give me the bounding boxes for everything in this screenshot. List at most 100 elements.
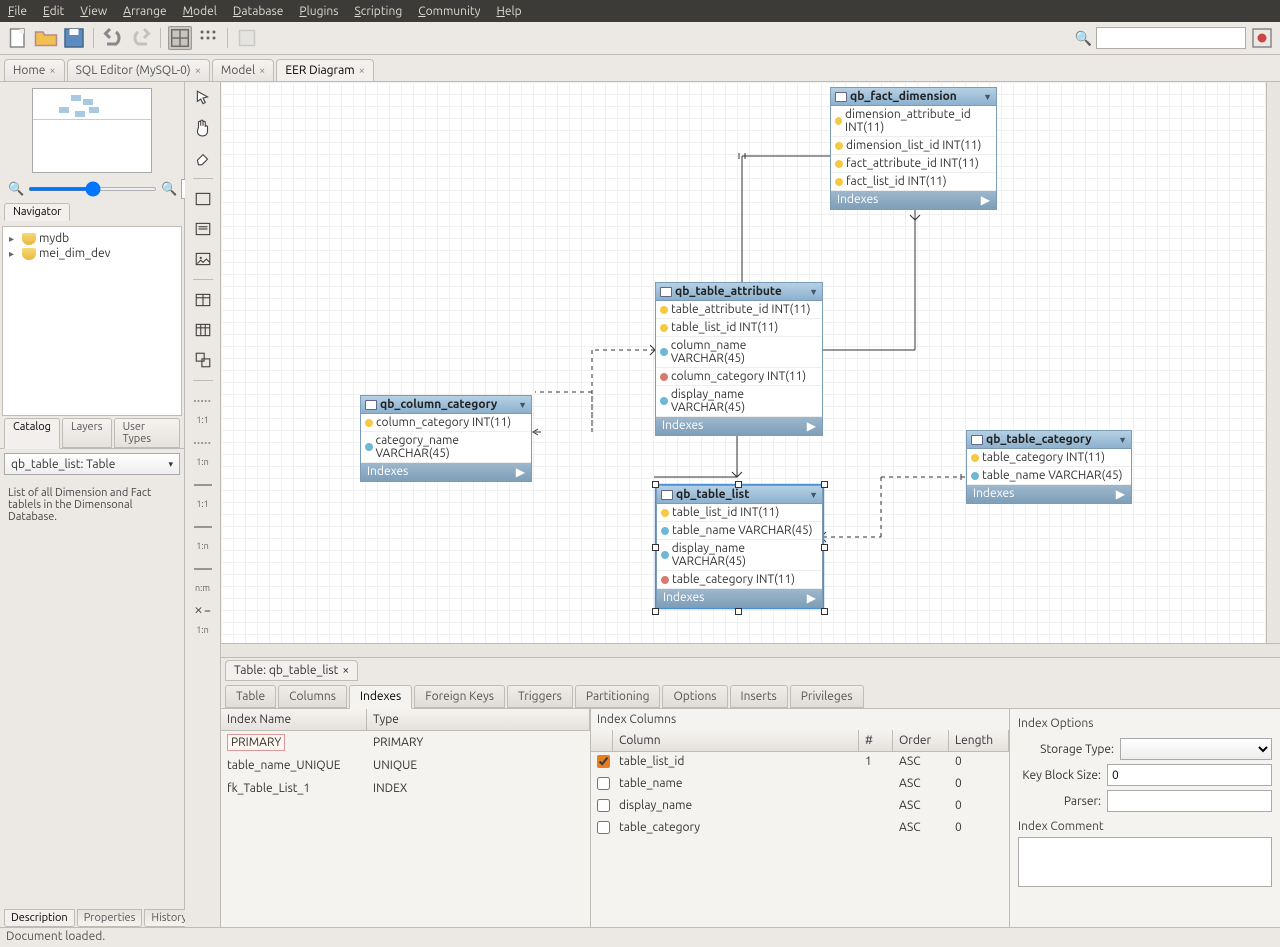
note-tool-icon[interactable] bbox=[189, 217, 217, 241]
index-row[interactable]: fk_Table_List_1INDEX bbox=[221, 777, 590, 800]
redo-icon[interactable] bbox=[129, 26, 153, 50]
chevron-right-icon[interactable]: ▶ bbox=[1116, 487, 1125, 501]
horizontal-scrollbar[interactable] bbox=[221, 643, 1280, 657]
tab-table[interactable]: Table bbox=[225, 685, 276, 708]
tab-catalog[interactable]: Catalog bbox=[4, 418, 60, 449]
include-col-checkbox[interactable] bbox=[597, 799, 610, 812]
catalog-tree[interactable]: ▸mydb ▸mei_dim_dev bbox=[2, 226, 182, 416]
menu-community[interactable]: Community bbox=[418, 5, 480, 18]
undo-icon[interactable] bbox=[101, 26, 125, 50]
rel-1-n-id-icon[interactable] bbox=[189, 515, 217, 539]
vertical-scrollbar[interactable] bbox=[1266, 82, 1280, 643]
chevron-right-icon[interactable]: ▶ bbox=[516, 465, 525, 479]
view-tool-icon[interactable] bbox=[189, 318, 217, 342]
search-options-icon[interactable] bbox=[1250, 26, 1274, 50]
rel-1-1-icon[interactable] bbox=[189, 389, 217, 413]
menu-help[interactable]: Help bbox=[496, 5, 521, 18]
tab-home[interactable]: Home× bbox=[4, 59, 65, 81]
object-type-combo[interactable]: qb_table_list: Table▾ bbox=[4, 453, 180, 475]
tab-eer-diagram[interactable]: EER Diagram× bbox=[276, 59, 373, 81]
entity-qb-column-category[interactable]: qb_column_category▼ column_category INT(… bbox=[360, 395, 532, 482]
tab-layers[interactable]: Layers bbox=[62, 418, 112, 448]
col-length[interactable]: Length bbox=[949, 730, 1009, 752]
col-number[interactable]: # bbox=[859, 730, 893, 752]
resize-handle[interactable] bbox=[821, 481, 828, 488]
eer-canvas[interactable]: qb_fact_dimension▼ dimension_attribute_i… bbox=[221, 82, 1266, 643]
chevron-down-icon[interactable]: ▼ bbox=[1118, 435, 1127, 445]
navigator-preview[interactable] bbox=[32, 88, 152, 173]
resize-handle[interactable] bbox=[735, 481, 742, 488]
tab-sql-editor[interactable]: SQL Editor (MySQL-0)× bbox=[67, 59, 210, 81]
tab-user-types[interactable]: User Types bbox=[114, 418, 180, 448]
zoom-slider[interactable] bbox=[28, 187, 157, 191]
table-tool-icon[interactable] bbox=[189, 288, 217, 312]
chevron-down-icon[interactable]: ▼ bbox=[809, 490, 818, 500]
storage-type-select[interactable] bbox=[1120, 738, 1272, 760]
zoom-out-icon[interactable]: 🔍 bbox=[8, 182, 24, 197]
tab-triggers[interactable]: Triggers bbox=[507, 685, 573, 708]
menu-arrange[interactable]: Arrange bbox=[123, 5, 166, 18]
resize-handle[interactable] bbox=[652, 608, 659, 615]
parser-input[interactable] bbox=[1107, 790, 1272, 812]
rel-1-1-id-icon[interactable] bbox=[189, 473, 217, 497]
col-type[interactable]: Type bbox=[367, 709, 590, 730]
open-folder-icon[interactable] bbox=[34, 26, 58, 50]
chevron-right-icon[interactable]: ▶ bbox=[807, 419, 816, 433]
close-icon[interactable]: × bbox=[195, 65, 201, 77]
close-icon[interactable]: × bbox=[49, 65, 55, 77]
tab-partitioning[interactable]: Partitioning bbox=[575, 685, 661, 708]
col-column[interactable]: Column bbox=[613, 730, 859, 752]
chevron-right-icon[interactable]: ▶ bbox=[981, 193, 990, 207]
tab-model[interactable]: Model× bbox=[212, 59, 274, 81]
tab-columns[interactable]: Columns bbox=[278, 685, 347, 708]
tab-inserts[interactable]: Inserts bbox=[730, 685, 788, 708]
chevron-right-icon[interactable]: ▶ bbox=[807, 591, 816, 605]
tree-item-mei-dim-dev[interactable]: ▸mei_dim_dev bbox=[7, 246, 177, 261]
menu-file[interactable]: FFileile bbox=[8, 5, 27, 18]
menu-view[interactable]: View bbox=[80, 5, 107, 18]
resize-handle[interactable] bbox=[652, 544, 659, 551]
menu-scripting[interactable]: Scripting bbox=[354, 5, 402, 18]
include-col-checkbox[interactable] bbox=[597, 821, 610, 834]
col-index-name[interactable]: Index Name bbox=[221, 709, 367, 730]
close-icon[interactable]: × bbox=[342, 664, 349, 677]
resize-handle[interactable] bbox=[652, 481, 659, 488]
menu-edit[interactable]: Edit bbox=[43, 5, 64, 18]
close-icon[interactable]: × bbox=[359, 65, 365, 77]
entity-qb-table-attribute[interactable]: qb_table_attribute▼ table_attribute_id I… bbox=[655, 282, 823, 436]
col-order[interactable]: Order bbox=[893, 730, 949, 752]
rel-1-n-icon[interactable] bbox=[189, 431, 217, 455]
tab-privileges[interactable]: Privileges bbox=[790, 685, 864, 708]
include-col-checkbox[interactable] bbox=[597, 755, 610, 768]
resize-handle[interactable] bbox=[821, 544, 828, 551]
rel-n-m-icon[interactable] bbox=[189, 557, 217, 581]
print-icon[interactable] bbox=[235, 26, 259, 50]
zoom-in-icon[interactable]: 🔍 bbox=[161, 182, 177, 197]
entity-qb-fact-dimension[interactable]: qb_fact_dimension▼ dimension_attribute_i… bbox=[830, 87, 997, 210]
entity-qb-table-category[interactable]: qb_table_category▼ table_category INT(11… bbox=[966, 430, 1132, 504]
index-row[interactable]: table_name_UNIQUEUNIQUE bbox=[221, 754, 590, 777]
tab-indexes[interactable]: Indexes bbox=[349, 685, 412, 709]
key-block-size-input[interactable] bbox=[1107, 764, 1272, 786]
index-comment-input[interactable] bbox=[1018, 837, 1272, 887]
resize-handle[interactable] bbox=[735, 608, 742, 615]
align-icon[interactable] bbox=[196, 26, 220, 50]
image-tool-icon[interactable] bbox=[189, 247, 217, 271]
pointer-tool-icon[interactable] bbox=[189, 86, 217, 110]
tab-properties[interactable]: Properties bbox=[77, 909, 143, 927]
new-document-icon[interactable] bbox=[6, 26, 30, 50]
tree-item-mydb[interactable]: ▸mydb bbox=[7, 231, 177, 246]
hand-tool-icon[interactable] bbox=[189, 116, 217, 140]
menu-plugins[interactable]: Plugins bbox=[299, 5, 338, 18]
close-icon[interactable]: × bbox=[259, 65, 265, 77]
entity-qb-table-list[interactable]: qb_table_list▼ table_list_id INT(11) tab… bbox=[656, 485, 823, 608]
navigator-tab[interactable]: Navigator bbox=[4, 203, 70, 221]
search-input[interactable] bbox=[1096, 27, 1246, 49]
chevron-down-icon[interactable]: ▼ bbox=[809, 287, 818, 297]
save-icon[interactable] bbox=[62, 26, 86, 50]
menu-database[interactable]: Database bbox=[233, 5, 284, 18]
eraser-tool-icon[interactable] bbox=[189, 146, 217, 170]
editor-tab[interactable]: Table: qb_table_list× bbox=[225, 660, 358, 681]
tab-options[interactable]: Options bbox=[662, 685, 727, 708]
include-col-checkbox[interactable] bbox=[597, 777, 610, 790]
